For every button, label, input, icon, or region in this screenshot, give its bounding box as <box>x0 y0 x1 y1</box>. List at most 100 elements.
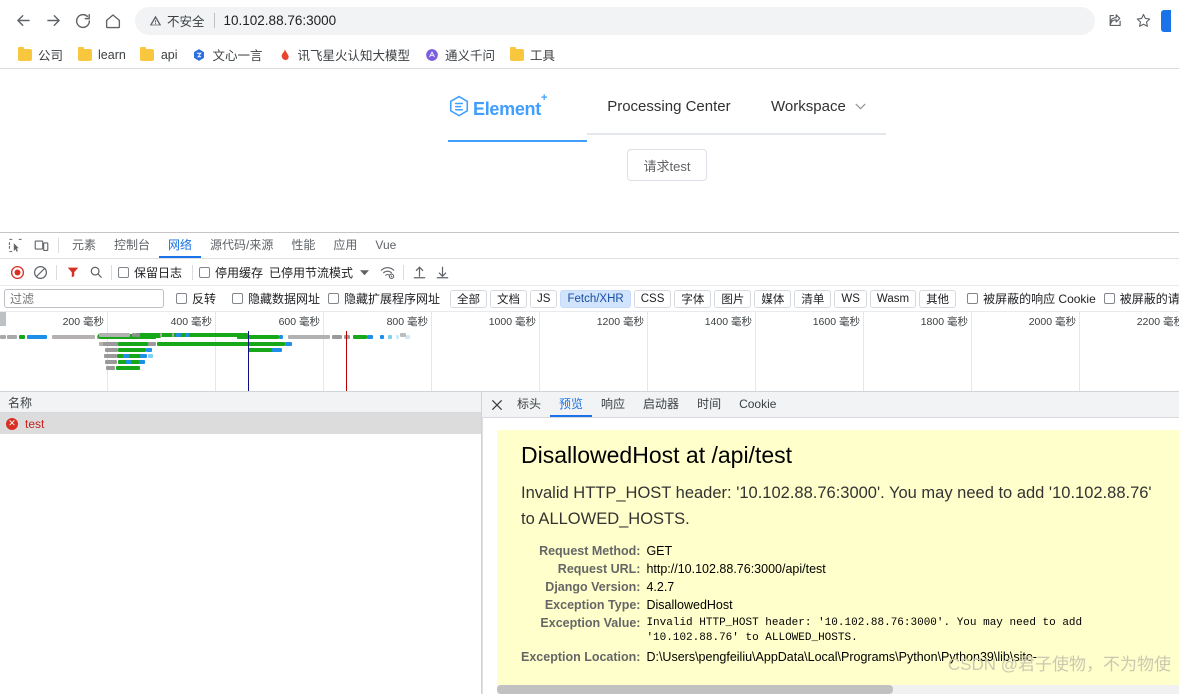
invert-label: 反转 <box>192 292 217 306</box>
column-header-name: 名称 <box>8 395 33 410</box>
bookmark-item[interactable]: 讯飞星火认知大模型 <box>270 44 418 66</box>
toolbar-actions <box>1101 7 1171 35</box>
throttling-label[interactable]: 已停用节流模式 <box>269 264 353 281</box>
type-chip-fetch-xhr[interactable]: Fetch/XHR <box>560 289 631 308</box>
waterfall-bar <box>332 335 342 339</box>
home-button[interactable] <box>98 6 128 36</box>
blocked-cookies-checkbox[interactable]: 被屏蔽的响应 Cookie <box>965 290 1098 307</box>
tab-sources[interactable]: 源代码/来源 <box>201 233 282 258</box>
invert-checkbox[interactable]: 反转 <box>174 290 218 307</box>
search-icon[interactable] <box>84 261 107 283</box>
network-overview-timeline[interactable]: 200 毫秒 400 毫秒 600 毫秒 800 毫秒 1000 毫秒 1200… <box>0 312 1179 392</box>
clear-icon[interactable] <box>29 261 52 283</box>
tab-elements[interactable]: 元素 <box>63 233 105 258</box>
type-chip-wasm[interactable]: Wasm <box>869 289 917 308</box>
tab-headers[interactable]: 标头 <box>508 392 550 417</box>
type-chip-all[interactable]: 全部 <box>450 289 488 308</box>
tab-response[interactable]: 响应 <box>592 392 634 417</box>
waterfall-bar <box>248 348 274 352</box>
hide-data-urls-checkbox[interactable]: 隐藏数据网址 <box>230 290 322 307</box>
request-test-button[interactable]: 请求test <box>627 149 707 181</box>
error-status-icon: ✕ <box>6 417 18 430</box>
waterfall-bar <box>396 335 399 339</box>
type-chip-img[interactable]: 图片 <box>714 289 752 308</box>
checkbox-box <box>176 293 187 304</box>
detail-value: DisallowedHost <box>646 598 733 613</box>
disable-cache-checkbox[interactable]: 停用缓存 <box>197 264 265 281</box>
detail-value: 4.2.7 <box>646 580 675 595</box>
waterfall-bar <box>344 335 350 339</box>
waterfall-bar <box>106 366 115 370</box>
nav-item-workspace[interactable]: Workspace <box>750 89 887 135</box>
type-chip-js[interactable]: JS <box>530 289 558 308</box>
blocked-cookies-label: 被屏蔽的响应 Cookie <box>983 292 1096 306</box>
waterfall-bar <box>105 360 117 364</box>
profile-avatar[interactable] <box>1161 9 1171 32</box>
timeline-tick: 2000 毫秒 <box>1029 312 1080 391</box>
type-chip-media[interactable]: 媒体 <box>754 289 792 308</box>
type-chip-other[interactable]: 其他 <box>919 289 957 308</box>
tab-network[interactable]: 网络 <box>159 233 202 258</box>
blocked-requests-checkbox[interactable]: 被屏蔽的请 <box>1102 290 1179 307</box>
tab-timing[interactable]: 时间 <box>688 392 730 417</box>
star-icon[interactable] <box>1129 7 1157 35</box>
detail-value: http://10.102.88.76:3000/api/test <box>646 562 826 577</box>
type-chip-manifest[interactable]: 清单 <box>794 289 832 308</box>
throttling-dropdown-icon[interactable] <box>353 261 376 283</box>
record-icon[interactable] <box>6 261 29 283</box>
type-chip-css[interactable]: CSS <box>633 289 672 308</box>
table-row: Request URL: http://10.102.88.76:3000/ap… <box>521 560 1161 578</box>
checkbox-box <box>232 293 244 304</box>
filter-icon[interactable] <box>61 261 84 283</box>
bookmark-item[interactable]: api <box>133 44 185 66</box>
detail-label: Exception Value: <box>540 616 641 631</box>
bookmark-item[interactable]: 公司 <box>10 44 70 66</box>
back-button[interactable] <box>8 6 38 36</box>
tab-cookies[interactable]: Cookie <box>730 392 785 417</box>
waterfall-bar <box>400 333 406 337</box>
type-chip-font[interactable]: 字体 <box>674 289 712 308</box>
preserve-log-checkbox[interactable]: 保留日志 <box>116 264 184 281</box>
waterfall-bar <box>0 335 6 339</box>
element-plus-logo[interactable]: Element+ <box>448 89 587 142</box>
network-conditions-icon[interactable] <box>376 261 399 283</box>
bookmark-item[interactable]: learn <box>70 44 133 66</box>
type-chip-doc[interactable]: 文档 <box>490 289 528 308</box>
device-toolbar-icon[interactable] <box>28 234 54 258</box>
export-icon[interactable] <box>431 261 454 283</box>
tab-vue[interactable]: Vue <box>366 233 405 258</box>
reload-button[interactable] <box>68 6 98 36</box>
nav-item-processing-center[interactable]: Processing Center <box>587 89 751 135</box>
tab-initiator[interactable]: 启动器 <box>634 392 688 417</box>
site-icon-wenxin <box>192 47 207 62</box>
bookmark-label: learn <box>98 47 126 62</box>
bookmark-item[interactable]: 工具 <box>502 44 562 66</box>
waterfall-bar <box>90 335 95 339</box>
bookmark-item[interactable]: 通义千问 <box>417 44 502 66</box>
table-row[interactable]: ✕ test <box>0 413 481 434</box>
tab-application[interactable]: 应用 <box>324 233 366 258</box>
tab-performance[interactable]: 性能 <box>282 233 324 258</box>
hide-extension-urls-checkbox[interactable]: 隐藏扩展程序网址 <box>326 290 442 307</box>
import-icon[interactable] <box>408 261 431 283</box>
share-icon[interactable] <box>1101 7 1129 35</box>
devtools-tabbar: 元素 控制台 网络 源代码/来源 性能 应用 Vue <box>0 233 1179 259</box>
browser-toolbar: 不安全 10.102.88.76:3000 <box>0 0 1179 41</box>
bookmark-item[interactable]: 文心一言 <box>185 44 270 66</box>
tab-preview[interactable]: 预览 <box>550 392 593 417</box>
detail-label: Django Version: <box>545 580 641 595</box>
overview-edge-marker <box>0 312 6 326</box>
address-bar[interactable]: 不安全 10.102.88.76:3000 <box>135 6 1095 35</box>
request-list: 名称 ✕ test <box>0 392 482 694</box>
forward-button[interactable] <box>38 6 68 36</box>
detail-value: GET <box>646 544 673 559</box>
inspect-element-icon[interactable] <box>2 234 28 258</box>
filter-input[interactable] <box>4 289 164 308</box>
horizontal-scrollbar[interactable] <box>497 685 1179 694</box>
timeline-tick: 200 毫秒 <box>63 312 108 391</box>
waterfall-bar <box>135 333 140 337</box>
tab-console[interactable]: 控制台 <box>105 233 159 258</box>
element-plus-navbar: Element+ Processing Center Workspace <box>448 89 887 142</box>
close-icon[interactable] <box>486 394 508 416</box>
type-chip-ws[interactable]: WS <box>834 289 867 308</box>
